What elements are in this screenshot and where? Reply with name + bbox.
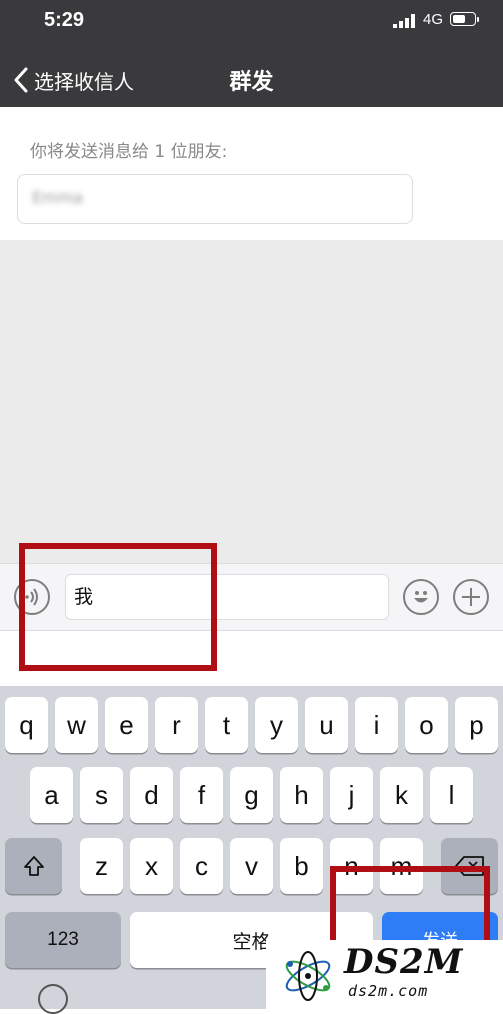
key-l[interactable]: l [430,767,473,823]
key-i[interactable]: i [355,697,398,753]
status-time: 5:29 [44,9,85,31]
atom-logo-icon [285,951,331,1001]
key-c[interactable]: c [180,838,223,894]
recipients-box[interactable]: Emma [17,174,413,224]
key-e[interactable]: e [105,697,148,753]
key-s[interactable]: s [80,767,123,823]
message-area [0,240,503,563]
key-x[interactable]: x [130,838,173,894]
key-y[interactable]: y [255,697,298,753]
top-bar: 5:29 4G 选择收信人 群发 [0,0,503,107]
key-o[interactable]: o [405,697,448,753]
signal-icon [393,14,415,28]
key-t[interactable]: t [205,697,248,753]
more-button[interactable] [453,579,489,615]
key-p[interactable]: p [455,697,498,753]
numbers-key[interactable]: 123 [5,912,121,968]
emoji-button[interactable] [403,579,439,615]
recipient-name: Emma [32,188,84,207]
key-r[interactable]: r [155,697,198,753]
key-z[interactable]: z [80,838,123,894]
key-f[interactable]: f [180,767,223,823]
network-type: 4G [423,11,444,28]
key-d[interactable]: d [130,767,173,823]
watermark-main: DS2M [344,942,464,982]
shift-key[interactable] [5,838,62,894]
plus-icon [462,588,480,606]
watermark: DS2M ds2m.com [266,940,503,1009]
key-j[interactable]: j [330,767,373,823]
watermark-sub: ds2m.com [348,982,429,1000]
key-w[interactable]: w [55,697,98,753]
key-v[interactable]: v [230,838,273,894]
page-title: 群发 [229,70,274,95]
battery-fill [453,15,465,23]
key-h[interactable]: h [280,767,323,823]
globe-icon[interactable] [38,984,68,1014]
key-q[interactable]: q [5,697,48,753]
key-k[interactable]: k [380,767,423,823]
recipients-label: 你将发送消息给 1 位朋友: [30,142,228,162]
annotation-input-highlight [19,543,217,671]
key-u[interactable]: u [305,697,348,753]
shift-icon [23,856,44,876]
key-g[interactable]: g [230,767,273,823]
key-a[interactable]: a [30,767,73,823]
emoji-icon [414,591,428,603]
battery-icon [450,12,479,26]
key-b[interactable]: b [280,838,323,894]
